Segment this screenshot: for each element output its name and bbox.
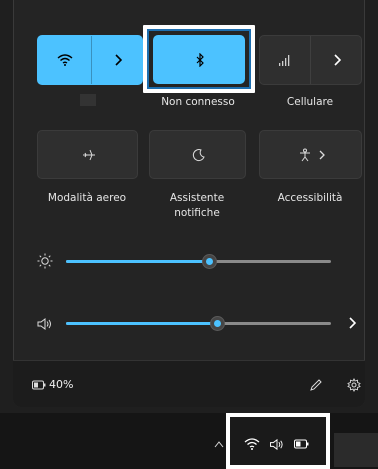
system-tray[interactable] — [240, 432, 318, 456]
gear-icon[interactable] — [347, 378, 361, 392]
volume-thumb[interactable] — [210, 316, 226, 331]
bluetooth-tile[interactable] — [153, 35, 245, 84]
cellular-expand-button[interactable] — [311, 36, 363, 84]
cellular-signal-icon — [279, 55, 290, 66]
battery-icon — [294, 439, 309, 449]
wifi-toggle-button[interactable] — [38, 36, 91, 84]
battery-icon — [32, 380, 46, 390]
speaker-icon — [270, 438, 283, 450]
accessibility-icon — [299, 148, 310, 161]
wifi-label-redacted — [80, 94, 96, 106]
wifi-expand-button[interactable] — [92, 36, 144, 84]
cellular-tile[interactable] — [259, 35, 362, 85]
airplane-tile[interactable] — [37, 130, 138, 179]
focus-assist-label-line2: notifiche — [174, 207, 220, 219]
volume-expand-chevron-icon[interactable] — [348, 317, 356, 329]
volume-fill — [66, 322, 218, 325]
bluetooth-toggle-button[interactable] — [154, 36, 246, 83]
chevron-right-icon — [334, 54, 341, 66]
focus-assist-label-line1: Assistente — [169, 192, 225, 204]
pencil-icon[interactable] — [309, 378, 323, 392]
chevron-up-icon[interactable] — [214, 440, 224, 448]
airplane-icon — [82, 149, 95, 160]
brightness-icon — [37, 253, 53, 269]
wifi-icon — [244, 438, 260, 450]
taskbar-redacted-area — [334, 433, 378, 467]
accessibility-tile[interactable] — [259, 130, 362, 179]
chevron-right-icon — [319, 150, 325, 159]
focus-assist-tile[interactable] — [149, 130, 246, 179]
cellular-label: Cellulare — [286, 96, 334, 108]
bluetooth-icon — [196, 52, 204, 67]
accessibility-label: Accessibilità — [277, 192, 343, 204]
brightness-thumb[interactable] — [202, 254, 218, 269]
brightness-fill — [66, 260, 210, 263]
speaker-icon — [37, 318, 51, 330]
cellular-toggle-button[interactable] — [260, 36, 310, 84]
chevron-right-icon — [115, 54, 122, 66]
wifi-icon — [57, 54, 72, 66]
brightness-slider[interactable] — [66, 251, 331, 271]
battery-percentage[interactable]: 40% — [49, 378, 73, 391]
volume-slider[interactable] — [66, 313, 331, 333]
airplane-label: Modalità aereo — [47, 192, 127, 204]
bluetooth-label: Non connesso — [161, 96, 235, 108]
moon-icon — [192, 148, 205, 161]
wifi-tile[interactable] — [37, 35, 143, 85]
